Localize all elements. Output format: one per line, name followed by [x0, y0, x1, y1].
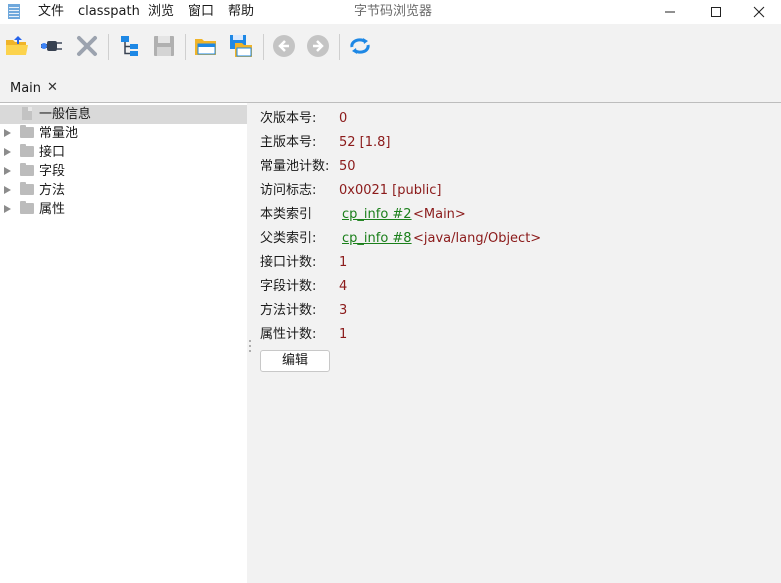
field-label: 次版本号: — [260, 111, 317, 126]
field-value: 4 — [339, 279, 348, 294]
plug-icon — [41, 41, 62, 51]
save-as-button[interactable] — [227, 32, 255, 60]
folder-icon — [20, 201, 34, 214]
folder-icon — [20, 144, 34, 157]
save-as-icon — [230, 35, 252, 57]
tab-bar: Main ✕ — [0, 70, 781, 103]
menu-classpath[interactable]: classpath — [78, 0, 140, 24]
tree-item-label: 字段 — [39, 164, 66, 179]
expand-arrow-icon[interactable] — [4, 186, 11, 194]
toolbar-separator — [185, 34, 186, 60]
field-value: 50 — [339, 159, 356, 174]
tab-close-icon[interactable]: ✕ — [47, 80, 58, 95]
save-icon — [154, 36, 174, 56]
menu-window[interactable]: 窗口 — [188, 0, 214, 24]
toolbar-separator — [339, 34, 340, 60]
field-label: 访问标志: — [260, 183, 317, 198]
field-label: 父类索引: — [260, 231, 317, 246]
toolbar-separator — [108, 34, 109, 60]
tab-label: Main — [10, 81, 42, 96]
open-folder-icon — [6, 36, 28, 55]
toolbar — [0, 24, 781, 70]
splitter-grip — [249, 340, 251, 342]
cp-info-link[interactable]: cp_info #8 — [342, 229, 412, 249]
tree-item-constant-pool[interactable]: 常量池 — [0, 124, 247, 143]
field-value: 3 — [339, 303, 348, 318]
open-file-icon — [195, 39, 216, 55]
edit-button[interactable]: 编辑 — [260, 350, 330, 372]
class-name-value: <Main> — [413, 207, 466, 222]
folder-icon — [20, 182, 34, 195]
expand-arrow-icon[interactable] — [4, 129, 11, 137]
tree-item-attributes[interactable]: 属性 — [0, 200, 247, 219]
field-value: 1 — [339, 327, 348, 342]
tree-item-interfaces[interactable]: 接口 — [0, 143, 247, 162]
class-tree: 一般信息 常量池 接口 字段 方法 属性 — [0, 103, 247, 583]
tree-icon — [121, 36, 138, 56]
forward-icon — [307, 35, 329, 57]
general-info-panel: 次版本号: 0 主版本号: 52 [1.8] 常量池计数: 50 访问标志: 0… — [253, 103, 781, 583]
refresh-icon — [350, 38, 370, 54]
super-class-name-value: <java/lang/Object> — [413, 231, 542, 246]
expand-arrow-icon[interactable] — [4, 205, 11, 213]
tree-item-label: 属性 — [39, 202, 66, 217]
splitter-grip — [249, 350, 251, 352]
field-value: 1 — [339, 255, 348, 270]
back-button[interactable] — [270, 32, 298, 60]
connect-button[interactable] — [37, 32, 65, 60]
tree-item-label: 常量池 — [39, 126, 79, 141]
field-value: 52 [1.8] — [339, 135, 391, 150]
tree-item-label: 方法 — [39, 183, 66, 198]
tree-item-label: 接口 — [39, 145, 66, 160]
delete-icon — [77, 36, 97, 56]
field-label: 主版本号: — [260, 135, 317, 150]
menu-browse[interactable]: 浏览 — [148, 0, 174, 24]
toolbar-separator — [263, 34, 264, 60]
maximize-icon — [711, 7, 721, 17]
back-icon — [273, 35, 295, 57]
menu-help[interactable]: 帮助 — [228, 0, 254, 24]
tree-item-general-info[interactable]: 一般信息 — [0, 105, 247, 124]
title-bar: 文件 classpath 浏览 窗口 帮助 字节码浏览器 — [0, 0, 781, 24]
maximize-button[interactable] — [694, 0, 738, 24]
open-file-button[interactable] — [192, 32, 220, 60]
field-label: 常量池计数: — [260, 159, 330, 174]
tree-item-fields[interactable]: 字段 — [0, 162, 247, 181]
save-button[interactable] — [150, 32, 178, 60]
delete-button[interactable] — [73, 32, 101, 60]
folder-icon — [20, 163, 34, 176]
cp-info-link[interactable]: cp_info #2 — [342, 205, 412, 225]
expand-arrow-icon[interactable] — [4, 167, 11, 175]
app-icon — [8, 4, 20, 19]
tab-main[interactable]: Main ✕ — [0, 74, 66, 102]
tree-item-methods[interactable]: 方法 — [0, 181, 247, 200]
field-value: 0x0021 [public] — [339, 183, 442, 198]
refresh-button[interactable] — [346, 32, 374, 60]
folder-icon — [20, 125, 34, 138]
window-title: 字节码浏览器 — [354, 4, 433, 19]
field-label: 本类索引 — [260, 207, 313, 222]
minimize-button[interactable] — [648, 0, 692, 24]
field-label: 字段计数: — [260, 279, 317, 294]
expand-arrow-icon[interactable] — [4, 148, 11, 156]
close-window-button[interactable] — [737, 0, 781, 24]
minimize-icon — [665, 11, 675, 13]
tree-view-button[interactable] — [116, 32, 144, 60]
splitter-grip — [249, 345, 251, 347]
close-icon — [753, 6, 765, 18]
forward-button[interactable] — [304, 32, 332, 60]
field-label: 属性计数: — [260, 327, 317, 342]
field-label: 接口计数: — [260, 255, 317, 270]
field-label: 方法计数: — [260, 303, 317, 318]
field-value: 0 — [339, 111, 348, 126]
menu-file[interactable]: 文件 — [38, 0, 64, 24]
open-button[interactable] — [3, 32, 31, 60]
tree-item-label: 一般信息 — [39, 107, 92, 122]
file-icon — [22, 107, 32, 120]
